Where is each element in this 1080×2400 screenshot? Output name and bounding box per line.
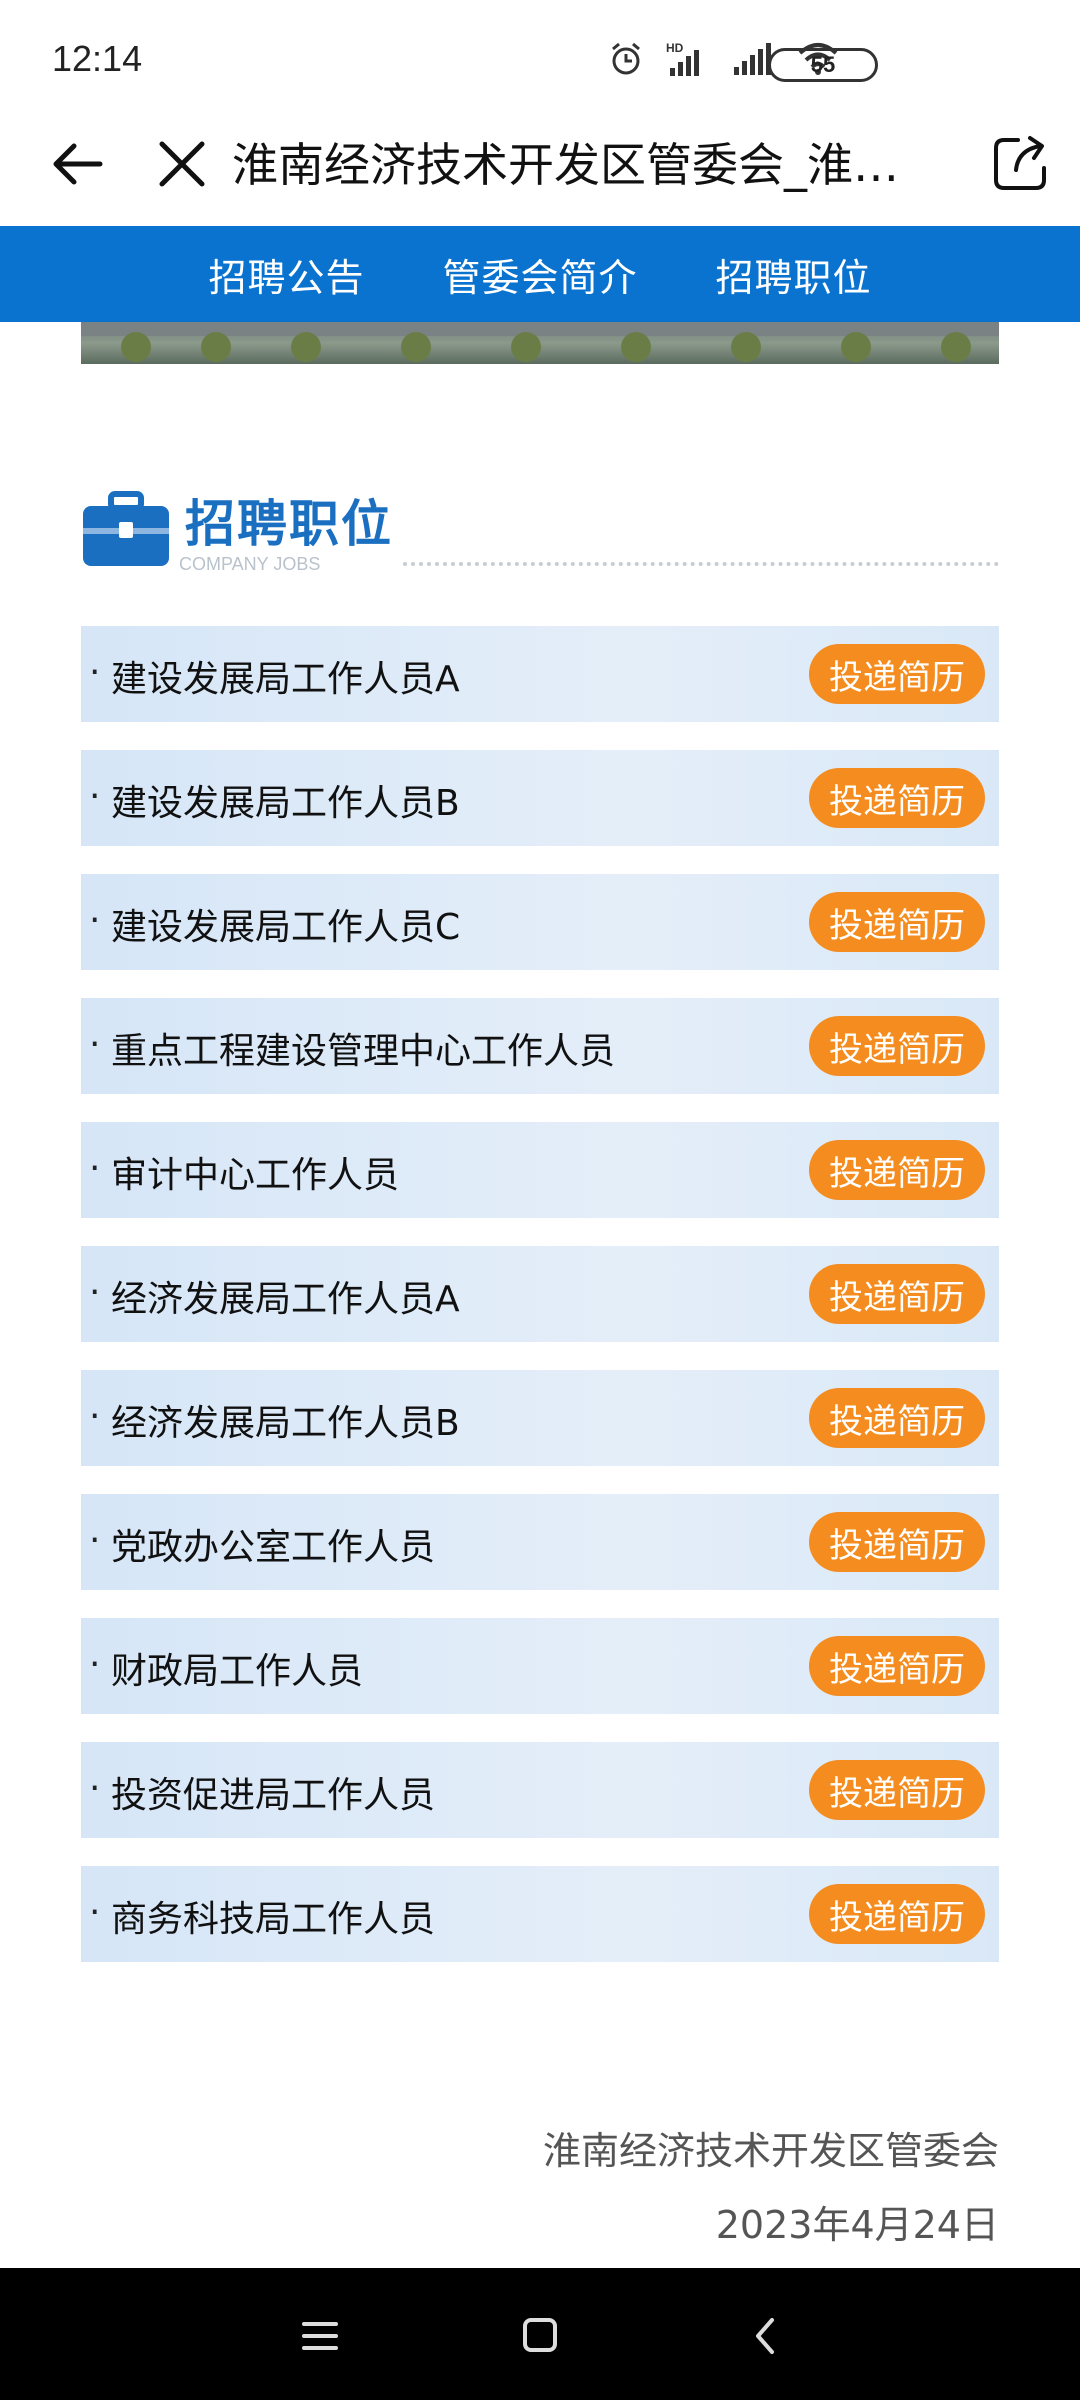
home-icon[interactable] (510, 2308, 570, 2364)
job-title[interactable]: 建设发展局工作人员A (111, 650, 460, 702)
job-row[interactable]: · 财政局工作人员 投递简历 (81, 1618, 999, 1714)
status-time: 12:14 (52, 38, 143, 79)
top-nav: 招聘公告 管委会简介 招聘职位 (0, 226, 1080, 322)
job-title[interactable]: 重点工程建设管理中心工作人员 (111, 1022, 615, 1074)
divider (403, 562, 999, 566)
banner-image (81, 322, 999, 364)
nav-item-recruitment-notice[interactable]: 招聘公告 (208, 247, 364, 302)
job-title[interactable]: 建设发展局工作人员C (111, 898, 460, 950)
browser-title-bar: 淮南经济技术开发区管委会_淮… (0, 120, 1080, 226)
job-row[interactable]: · 重点工程建设管理中心工作人员 投递简历 (81, 998, 999, 1094)
job-row[interactable]: · 建设发展局工作人员B 投递简历 (81, 750, 999, 846)
footer-date: 2023年4月24日 (715, 2203, 999, 2247)
svg-text:HD: HD (666, 41, 684, 55)
menu-icon[interactable] (290, 2308, 350, 2364)
job-row[interactable]: · 投资促进局工作人员 投递简历 (81, 1742, 999, 1838)
back-icon[interactable] (736, 2308, 796, 2364)
signal-icon (734, 43, 771, 75)
submit-resume-button[interactable]: 投递简历 (809, 768, 985, 828)
footer-organization: 淮南经济技术开发区管委会 (542, 2129, 999, 2173)
job-title[interactable]: 党政办公室工作人员 (111, 1518, 435, 1570)
submit-resume-button[interactable]: 投递简历 (809, 892, 985, 952)
submit-resume-button[interactable]: 投递简历 (809, 1636, 985, 1696)
submit-resume-button[interactable]: 投递简历 (809, 1264, 985, 1324)
job-row[interactable]: · 审计中心工作人员 投递简历 (81, 1122, 999, 1218)
section-subtitle: COMPANY JOBS (179, 554, 321, 574)
hd-signal-icon: HD (666, 41, 699, 76)
section-header: 招聘职位 COMPANY JOBS (81, 480, 999, 576)
submit-resume-button[interactable]: 投递简历 (809, 1016, 985, 1076)
submit-resume-button[interactable]: 投递简历 (809, 1884, 985, 1944)
job-row[interactable]: · 经济发展局工作人员A 投递简历 (81, 1246, 999, 1342)
job-title[interactable]: 投资促进局工作人员 (111, 1766, 435, 1818)
battery-icon: 55 (768, 48, 878, 82)
alarm-icon (612, 42, 640, 75)
job-row[interactable]: · 党政办公室工作人员 投递简历 (81, 1494, 999, 1590)
status-bar: 12:14 HD 55 (0, 0, 1080, 120)
section-title: 招聘职位 (185, 495, 393, 553)
job-row[interactable]: · 建设发展局工作人员C 投递简历 (81, 874, 999, 970)
job-title[interactable]: 审计中心工作人员 (111, 1146, 399, 1198)
back-arrow-icon[interactable] (46, 132, 110, 196)
job-row[interactable]: · 经济发展局工作人员B 投递简历 (81, 1370, 999, 1466)
submit-resume-button[interactable]: 投递简历 (809, 1760, 985, 1820)
nav-item-positions[interactable]: 招聘职位 (716, 247, 872, 302)
briefcase-icon (83, 491, 169, 566)
submit-resume-button[interactable]: 投递简历 (809, 644, 985, 704)
job-title[interactable]: 商务科技局工作人员 (111, 1890, 435, 1942)
page-title: 淮南经济技术开发区管委会_淮… (232, 138, 899, 192)
nav-item-committee-intro[interactable]: 管委会简介 (442, 247, 637, 302)
share-icon[interactable] (988, 132, 1052, 196)
system-nav-bar (0, 2268, 1080, 2400)
job-title[interactable]: 经济发展局工作人员A (111, 1270, 460, 1322)
submit-resume-button[interactable]: 投递简历 (809, 1140, 985, 1200)
job-title[interactable]: 财政局工作人员 (111, 1642, 363, 1694)
submit-resume-button[interactable]: 投递简历 (809, 1388, 985, 1448)
job-row[interactable]: · 商务科技局工作人员 投递简历 (81, 1866, 999, 1962)
job-row[interactable]: · 建设发展局工作人员A 投递简历 (81, 626, 999, 722)
job-title[interactable]: 经济发展局工作人员B (111, 1394, 460, 1446)
close-icon[interactable] (150, 132, 214, 196)
job-list: · 建设发展局工作人员A 投递简历 · 建设发展局工作人员B 投递简历 · 建设… (81, 626, 999, 1990)
submit-resume-button[interactable]: 投递简历 (809, 1512, 985, 1572)
job-title[interactable]: 建设发展局工作人员B (111, 774, 460, 826)
